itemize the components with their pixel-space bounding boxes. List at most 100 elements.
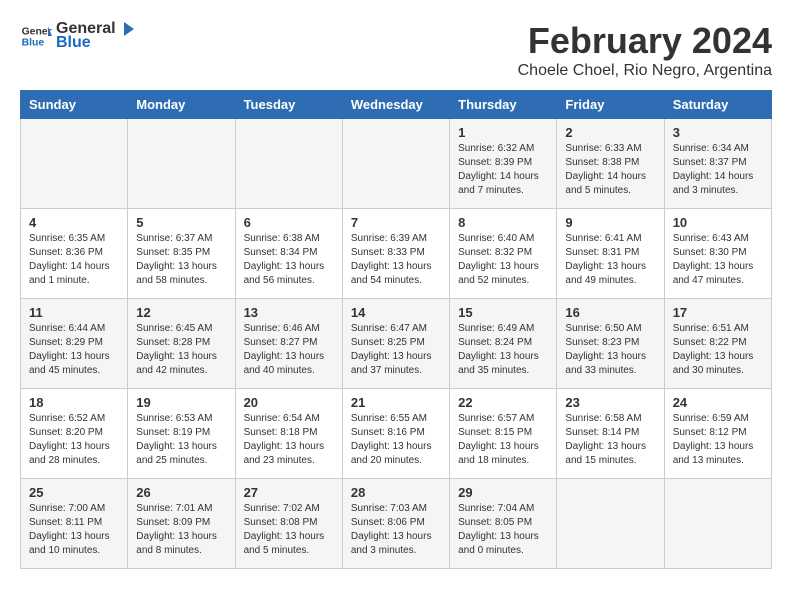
calendar-cell: 17 Sunrise: 6:51 AM Sunset: 8:22 PM Dayli… [664,299,771,389]
day-number: 6 [244,215,334,230]
calendar-cell: 14 Sunrise: 6:47 AM Sunset: 8:25 PM Dayli… [342,299,449,389]
calendar-cell: 4Sunrise: 6:35 AM Sunset: 8:36 PM Daylig… [21,209,128,299]
day-info: Sunrise: 6:55 AM Sunset: 8:16 PM Dayligh… [351,412,441,468]
calendar-cell: 11 Sunrise: 6:44 AM Sunset: 8:29 PM Dayli… [21,299,128,389]
calendar-cell: 8 Sunrise: 6:40 AM Sunset: 8:32 PM Daylig… [450,209,557,299]
calendar-cell: 21 Sunrise: 6:55 AM Sunset: 8:16 PM Dayli… [342,389,449,479]
svg-text:General: General [22,26,52,37]
calendar-cell [21,119,128,209]
calendar-cell: 22 Sunrise: 6:57 AM Sunset: 8:15 PM Dayli… [450,389,557,479]
day-info: Sunrise: 6:47 AM Sunset: 8:25 PM Dayligh… [351,322,441,378]
day-number: 21 [351,395,441,410]
calendar-table: SundayMondayTuesdayWednesdayThursdayFrid… [20,90,772,569]
day-number: 18 [29,395,119,410]
header: General Blue General Blue February 2024 … [20,20,772,80]
day-info: Sunrise: 6:45 AM Sunset: 8:28 PM Dayligh… [136,322,226,378]
calendar-cell: 10 Sunrise: 6:43 AM Sunset: 8:30 PM Dayli… [664,209,771,299]
calendar-cell: 29 Sunrise: 7:04 AM Sunset: 8:05 PM Dayli… [450,479,557,569]
calendar-week-row: 25Sunrise: 7:00 AM Sunset: 8:11 PM Dayli… [21,479,772,569]
calendar-cell [342,119,449,209]
logo: General Blue General Blue [20,20,136,52]
col-header-monday: Monday [128,91,235,119]
day-info: Sunrise: 6:57 AM Sunset: 8:15 PM Dayligh… [458,412,548,468]
col-header-tuesday: Tuesday [235,91,342,119]
col-header-wednesday: Wednesday [342,91,449,119]
day-info: Sunrise: 6:34 AM Sunset: 8:37 PM Dayligh… [673,142,763,198]
day-info: Sunrise: 6:33 AM Sunset: 8:38 PM Dayligh… [565,142,655,198]
calendar-cell: 27 Sunrise: 7:02 AM Sunset: 8:08 PM Dayli… [235,479,342,569]
day-number: 23 [565,395,655,410]
calendar-cell: 12 Sunrise: 6:45 AM Sunset: 8:28 PM Dayli… [128,299,235,389]
calendar-week-row: 4Sunrise: 6:35 AM Sunset: 8:36 PM Daylig… [21,209,772,299]
calendar-cell: 16 Sunrise: 6:50 AM Sunset: 8:23 PM Dayli… [557,299,664,389]
day-info: Sunrise: 7:04 AM Sunset: 8:05 PM Dayligh… [458,502,548,558]
calendar-cell: 7 Sunrise: 6:39 AM Sunset: 8:33 PM Daylig… [342,209,449,299]
day-number: 7 [351,215,441,230]
day-info: Sunrise: 6:37 AM Sunset: 8:35 PM Dayligh… [136,232,226,288]
day-info: Sunrise: 6:50 AM Sunset: 8:23 PM Dayligh… [565,322,655,378]
title-area: February 2024 Choele Choel, Rio Negro, A… [518,20,772,80]
day-info: Sunrise: 6:51 AM Sunset: 8:22 PM Dayligh… [673,322,763,378]
day-number: 2 [565,125,655,140]
day-info: Sunrise: 6:35 AM Sunset: 8:36 PM Dayligh… [29,232,119,288]
day-info: Sunrise: 6:40 AM Sunset: 8:32 PM Dayligh… [458,232,548,288]
logo-arrow-icon [118,20,136,38]
calendar-cell: 24 Sunrise: 6:59 AM Sunset: 8:12 PM Dayli… [664,389,771,479]
day-number: 28 [351,485,441,500]
subtitle: Choele Choel, Rio Negro, Argentina [518,62,772,80]
calendar-week-row: 1 Sunrise: 6:32 AM Sunset: 8:39 PM Daylig… [21,119,772,209]
day-number: 19 [136,395,226,410]
day-number: 24 [673,395,763,410]
day-info: Sunrise: 6:44 AM Sunset: 8:29 PM Dayligh… [29,322,119,378]
day-number: 26 [136,485,226,500]
col-header-friday: Friday [557,91,664,119]
logo-icon: General Blue [20,20,52,52]
day-info: Sunrise: 6:38 AM Sunset: 8:34 PM Dayligh… [244,232,334,288]
day-info: Sunrise: 6:59 AM Sunset: 8:12 PM Dayligh… [673,412,763,468]
calendar-cell: 20 Sunrise: 6:54 AM Sunset: 8:18 PM Dayli… [235,389,342,479]
day-number: 1 [458,125,548,140]
calendar-cell [664,479,771,569]
calendar-week-row: 18Sunrise: 6:52 AM Sunset: 8:20 PM Dayli… [21,389,772,479]
day-info: Sunrise: 6:39 AM Sunset: 8:33 PM Dayligh… [351,232,441,288]
calendar-cell: 28 Sunrise: 7:03 AM Sunset: 8:06 PM Dayli… [342,479,449,569]
day-number: 22 [458,395,548,410]
calendar-cell: 1 Sunrise: 6:32 AM Sunset: 8:39 PM Daylig… [450,119,557,209]
day-number: 14 [351,305,441,320]
day-number: 17 [673,305,763,320]
col-header-thursday: Thursday [450,91,557,119]
day-number: 12 [136,305,226,320]
day-info: Sunrise: 6:41 AM Sunset: 8:31 PM Dayligh… [565,232,655,288]
day-info: Sunrise: 6:32 AM Sunset: 8:39 PM Dayligh… [458,142,548,198]
day-info: Sunrise: 7:03 AM Sunset: 8:06 PM Dayligh… [351,502,441,558]
day-number: 16 [565,305,655,320]
calendar-cell: 9Sunrise: 6:41 AM Sunset: 8:31 PM Daylig… [557,209,664,299]
day-number: 10 [673,215,763,230]
day-info: Sunrise: 6:43 AM Sunset: 8:30 PM Dayligh… [673,232,763,288]
day-number: 13 [244,305,334,320]
day-info: Sunrise: 7:01 AM Sunset: 8:09 PM Dayligh… [136,502,226,558]
calendar-cell: 13 Sunrise: 6:46 AM Sunset: 8:27 PM Dayli… [235,299,342,389]
calendar-cell: 26 Sunrise: 7:01 AM Sunset: 8:09 PM Dayli… [128,479,235,569]
calendar-cell: 5 Sunrise: 6:37 AM Sunset: 8:35 PM Daylig… [128,209,235,299]
day-number: 20 [244,395,334,410]
day-number: 3 [673,125,763,140]
day-number: 29 [458,485,548,500]
calendar-cell: 2 Sunrise: 6:33 AM Sunset: 8:38 PM Daylig… [557,119,664,209]
calendar-cell: 6 Sunrise: 6:38 AM Sunset: 8:34 PM Daylig… [235,209,342,299]
calendar-cell [557,479,664,569]
day-number: 5 [136,215,226,230]
day-number: 8 [458,215,548,230]
day-info: Sunrise: 6:49 AM Sunset: 8:24 PM Dayligh… [458,322,548,378]
calendar-cell: 15 Sunrise: 6:49 AM Sunset: 8:24 PM Dayli… [450,299,557,389]
col-header-saturday: Saturday [664,91,771,119]
day-info: Sunrise: 7:02 AM Sunset: 8:08 PM Dayligh… [244,502,334,558]
calendar-header-row: SundayMondayTuesdayWednesdayThursdayFrid… [21,91,772,119]
calendar-cell [128,119,235,209]
day-number: 15 [458,305,548,320]
day-info: Sunrise: 6:46 AM Sunset: 8:27 PM Dayligh… [244,322,334,378]
calendar-cell: 3 Sunrise: 6:34 AM Sunset: 8:37 PM Daylig… [664,119,771,209]
day-info: Sunrise: 6:54 AM Sunset: 8:18 PM Dayligh… [244,412,334,468]
day-number: 11 [29,305,119,320]
day-number: 27 [244,485,334,500]
